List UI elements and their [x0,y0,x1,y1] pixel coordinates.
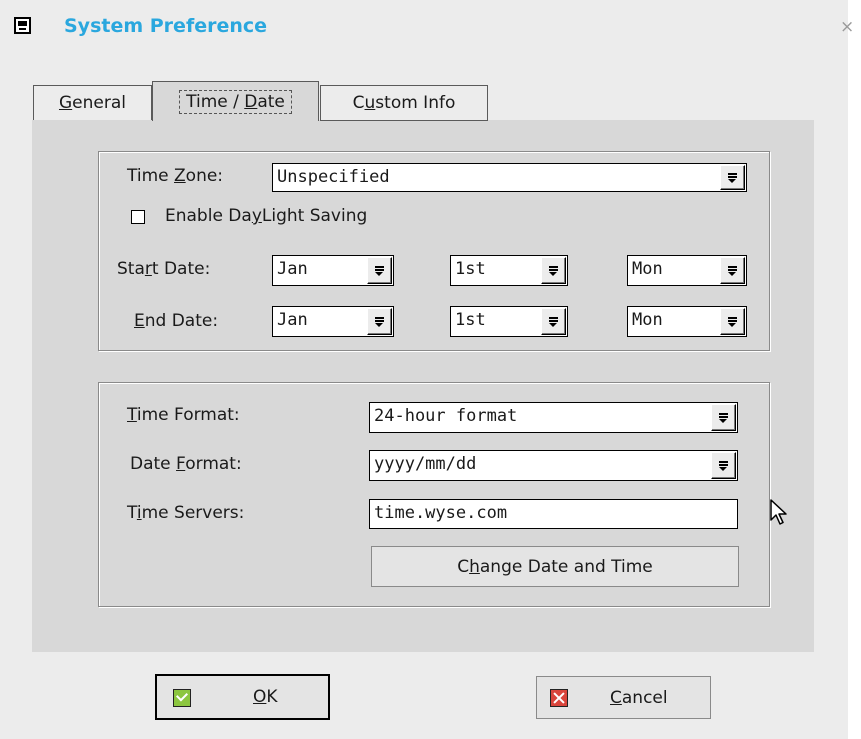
end-week-select[interactable]: 1st [450,306,568,337]
end-month-value: Jan [277,310,308,330]
time-servers-value: time.wyse.com [374,503,508,523]
cancel-label: Cancel [610,688,668,708]
change-date-time-button[interactable]: Change Date and Time [371,546,739,587]
dropdown-arrow-icon [728,266,737,276]
date-format-label: Date Format: [130,454,242,474]
end-day-value: Mon [632,310,663,330]
change-date-time-label: Change Date and Time [457,556,653,577]
cancel-button[interactable]: Cancel [536,676,711,719]
end-day-select[interactable]: Mon [627,306,747,337]
tab-custom-info-label: Custom Info [352,93,456,113]
time-zone-value: Unspecified [277,167,390,187]
date-format-select[interactable]: yyyy/mm/dd [369,450,738,481]
daylight-saving-checkbox[interactable] [131,210,145,224]
ok-button[interactable]: OK [155,674,330,720]
dropdown-arrow-icon [719,461,728,471]
end-day-dropdown-button[interactable] [720,308,745,335]
tab-time-date-label: Time / Date [179,89,292,114]
time-servers-input[interactable]: time.wyse.com [369,499,738,529]
start-day-select[interactable]: Mon [627,255,747,286]
window-title: System Preference [64,15,268,37]
dropdown-arrow-icon [719,413,728,423]
time-zone-select[interactable]: Unspecified [272,163,747,192]
tab-general[interactable]: General [33,85,152,121]
start-date-label: Start Date: [117,259,211,279]
start-month-select[interactable]: Jan [272,255,394,286]
dropdown-arrow-icon [549,317,558,327]
time-format-label: Time Format: [127,405,240,425]
start-week-dropdown-button[interactable] [541,257,566,284]
end-week-dropdown-button[interactable] [541,308,566,335]
start-month-value: Jan [277,259,308,279]
dropdown-arrow-icon [375,266,384,276]
preferences-dialog: System Preference × General Time / Date … [0,0,854,739]
x-icon [550,689,568,707]
dropdown-arrow-icon [375,317,384,327]
start-day-dropdown-button[interactable] [720,257,745,284]
date-format-dropdown-button[interactable] [711,452,736,479]
time-zone-dropdown-button[interactable] [720,165,745,190]
start-day-value: Mon [632,259,663,279]
system-preference-icon [14,17,31,34]
end-date-label: End Date: [134,311,219,331]
tab-time-date[interactable]: Time / Date [152,81,319,121]
dropdown-arrow-icon [728,317,737,327]
end-month-select[interactable]: Jan [272,306,394,337]
end-week-value: 1st [455,310,486,330]
tab-custom-info[interactable]: Custom Info [320,85,488,121]
check-icon [173,689,191,707]
daylight-saving-label: Enable DayLight Saving [165,206,368,226]
start-week-value: 1st [455,259,486,279]
time-format-dropdown-button[interactable] [711,404,736,431]
ok-label: OK [253,687,278,707]
time-servers-label: Time Servers: [127,503,245,523]
close-icon[interactable]: × [840,17,854,37]
time-format-value: 24-hour format [374,406,518,426]
time-zone-label: Time Zone: [127,166,224,186]
dropdown-arrow-icon [728,173,737,183]
dropdown-arrow-icon [549,266,558,276]
title-bar: System Preference × [0,0,854,56]
date-format-value: yyyy/mm/dd [374,454,477,474]
start-month-dropdown-button[interactable] [367,257,392,284]
start-week-select[interactable]: 1st [450,255,568,286]
end-month-dropdown-button[interactable] [367,308,392,335]
mouse-pointer-icon [770,499,787,525]
time-format-select[interactable]: 24-hour format [369,402,738,433]
tab-general-label: General [58,93,126,113]
